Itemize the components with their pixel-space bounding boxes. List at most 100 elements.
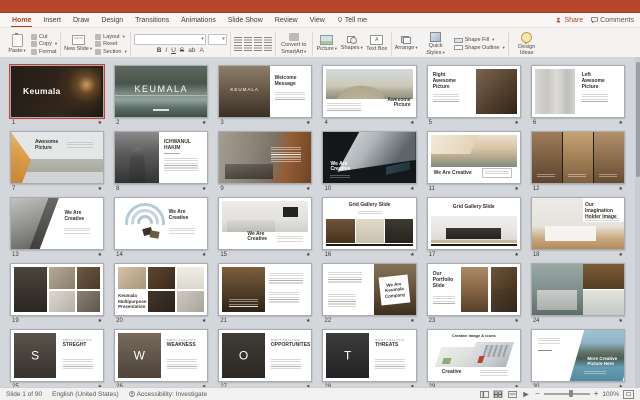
- font-style-button-i[interactable]: I: [164, 47, 168, 54]
- reading-view-button[interactable]: [507, 390, 517, 398]
- numbering-button[interactable]: [244, 37, 252, 43]
- transition-star-icon[interactable]: ★: [202, 187, 206, 192]
- tab-view[interactable]: View: [304, 13, 331, 27]
- transition-star-icon[interactable]: ★: [410, 253, 414, 258]
- fit-slide-to-window-button[interactable]: [623, 390, 634, 399]
- format-painter-button[interactable]: Format: [31, 49, 57, 55]
- text-box-button[interactable]: AText Box: [366, 35, 388, 52]
- slide-thumbnail-3[interactable]: KEUMALA Welcome Message: [218, 65, 312, 118]
- transition-star-icon[interactable]: ★: [98, 187, 102, 192]
- slide-thumbnail-28[interactable]: T SWOT ANALYSIS THREATS: [322, 329, 416, 382]
- justify-button[interactable]: [264, 45, 272, 51]
- transition-star-icon[interactable]: ★: [619, 253, 623, 258]
- tab-insert[interactable]: Insert: [37, 13, 67, 27]
- section-button[interactable]: Section: [95, 49, 127, 55]
- language-indicator[interactable]: English (United States): [52, 391, 118, 398]
- transition-star-icon[interactable]: ★: [619, 319, 623, 324]
- slide-thumbnail-21[interactable]: [218, 263, 312, 316]
- transition-star-icon[interactable]: ★: [619, 187, 623, 192]
- tab-animations[interactable]: Animations: [175, 13, 222, 27]
- tab-tell-me[interactable]: Tell me: [331, 13, 373, 27]
- font-style-button-a[interactable]: A: [198, 47, 204, 54]
- zoom-percentage[interactable]: 100%: [602, 391, 619, 398]
- slide-thumbnail-11[interactable]: We Are Creative: [427, 131, 521, 184]
- shapes-button[interactable]: Shapes: [341, 36, 363, 51]
- tab-home[interactable]: Home: [6, 13, 37, 27]
- transition-star-icon[interactable]: ★: [98, 121, 102, 126]
- arrange-button[interactable]: Arrange: [395, 36, 418, 51]
- transition-star-icon[interactable]: ★: [410, 121, 414, 126]
- copy-button[interactable]: Copy: [31, 41, 57, 47]
- slide-thumbnail-15[interactable]: We Are Creative: [218, 197, 312, 250]
- slide-thumbnail-19[interactable]: [10, 263, 104, 316]
- convert-to-smartart-button[interactable]: Convert to SmartArt: [279, 33, 309, 54]
- slide-thumbnail-24[interactable]: [531, 263, 625, 316]
- slide-thumbnail-16[interactable]: Grid Gallery Slide: [322, 197, 416, 250]
- slide-thumbnail-12[interactable]: [531, 131, 625, 184]
- paste-button[interactable]: Paste: [6, 34, 28, 54]
- transition-star-icon[interactable]: ★: [410, 319, 414, 324]
- zoom-slider-thumb[interactable]: [569, 390, 573, 397]
- font-style-button-u[interactable]: U: [170, 47, 177, 54]
- slide-thumbnail-13[interactable]: We Are Creative: [10, 197, 104, 250]
- zoom-in-button[interactable]: +: [594, 390, 599, 398]
- transition-star-icon[interactable]: ★: [202, 253, 206, 258]
- bullets-button[interactable]: [234, 37, 242, 43]
- normal-view-button[interactable]: [479, 390, 489, 398]
- slide-thumbnail-30[interactable]: More Creative Picture Here: [531, 329, 625, 382]
- new-slide-button[interactable]: New Slide: [64, 35, 92, 52]
- align-center-button[interactable]: [244, 45, 252, 51]
- slide-thumbnail-7[interactable]: Awesome Picture: [10, 131, 104, 184]
- font-style-button-ab[interactable]: ab: [187, 47, 196, 54]
- shape-outline-button[interactable]: Shape Outline: [454, 45, 505, 51]
- transition-star-icon[interactable]: ★: [202, 319, 206, 324]
- quick-styles-button[interactable]: Quick Styles: [421, 32, 451, 55]
- slide-thumbnail-22[interactable]: We Are Keumala Company: [322, 263, 416, 316]
- transition-star-icon[interactable]: ★: [202, 121, 206, 126]
- slide-thumbnail-29[interactable]: Creative Image & Icons Creative: [427, 329, 521, 382]
- indent-decrease-button[interactable]: [254, 37, 262, 43]
- zoom-out-button[interactable]: −: [535, 390, 540, 398]
- tab-slide-show[interactable]: Slide Show: [222, 13, 269, 27]
- slide-show-button[interactable]: [521, 390, 531, 398]
- transition-star-icon[interactable]: ★: [514, 187, 518, 192]
- slide-thumbnail-26[interactable]: W SWOT ANALYSIS WEAKNESS: [114, 329, 208, 382]
- slide-thumbnail-4[interactable]: Awesome Picture: [322, 65, 416, 118]
- slide-sorter-view-button[interactable]: [493, 390, 503, 398]
- slide-thumbnail-17[interactable]: Grid Gallery Slide: [427, 197, 521, 250]
- indent-increase-button[interactable]: [264, 37, 272, 43]
- vertical-scrollbar[interactable]: [635, 57, 640, 388]
- slide-thumbnail-5[interactable]: Right Awesome Picture: [427, 65, 521, 118]
- slide-thumbnail-10[interactable]: We Are Creative: [322, 131, 416, 184]
- font-style-button-s[interactable]: S: [179, 47, 185, 54]
- slide-thumbnail-18[interactable]: Our Imagination Holder Image: [531, 197, 625, 250]
- transition-star-icon[interactable]: ★: [514, 253, 518, 258]
- font-name-combobox[interactable]: [134, 34, 206, 45]
- transition-star-icon[interactable]: ★: [306, 187, 310, 192]
- tab-draw[interactable]: Draw: [67, 13, 95, 27]
- design-ideas-button[interactable]: Design Ideas: [512, 32, 542, 56]
- slide-thumbnail-20[interactable]: Keumala Multipurpose Presentation: [114, 263, 208, 316]
- transition-star-icon[interactable]: ★: [98, 253, 102, 258]
- font-style-button-b[interactable]: B: [156, 47, 163, 54]
- slide-thumbnail-25[interactable]: S SWOT ANALYSIS STREGHT: [10, 329, 104, 382]
- align-left-button[interactable]: [234, 45, 242, 51]
- accessibility-checker[interactable]: Accessibility: Investigate: [129, 391, 207, 398]
- slide-thumbnail-2[interactable]: KEUMALA: [114, 65, 208, 118]
- transition-star-icon[interactable]: ★: [514, 319, 518, 324]
- picture-button[interactable]: Picture: [316, 35, 338, 52]
- transition-star-icon[interactable]: ★: [514, 121, 518, 126]
- tab-review[interactable]: Review: [269, 13, 304, 27]
- font-size-combobox[interactable]: [208, 34, 227, 45]
- comments-button[interactable]: Comments: [591, 17, 634, 24]
- transition-star-icon[interactable]: ★: [306, 319, 310, 324]
- share-button[interactable]: Share: [556, 17, 583, 24]
- layout-button[interactable]: Layout: [95, 34, 127, 40]
- align-right-button[interactable]: [254, 45, 262, 51]
- slide-thumbnail-27[interactable]: O SWOT ANALYSIS OPPORTUNITES: [218, 329, 312, 382]
- zoom-slider[interactable]: [544, 393, 590, 395]
- scrollbar-thumb[interactable]: [636, 62, 640, 177]
- tab-design[interactable]: Design: [95, 13, 129, 27]
- slide-thumbnail-1[interactable]: Keumala: [10, 65, 104, 118]
- slide-thumbnail-8[interactable]: Ichwanul Hakim: [114, 131, 208, 184]
